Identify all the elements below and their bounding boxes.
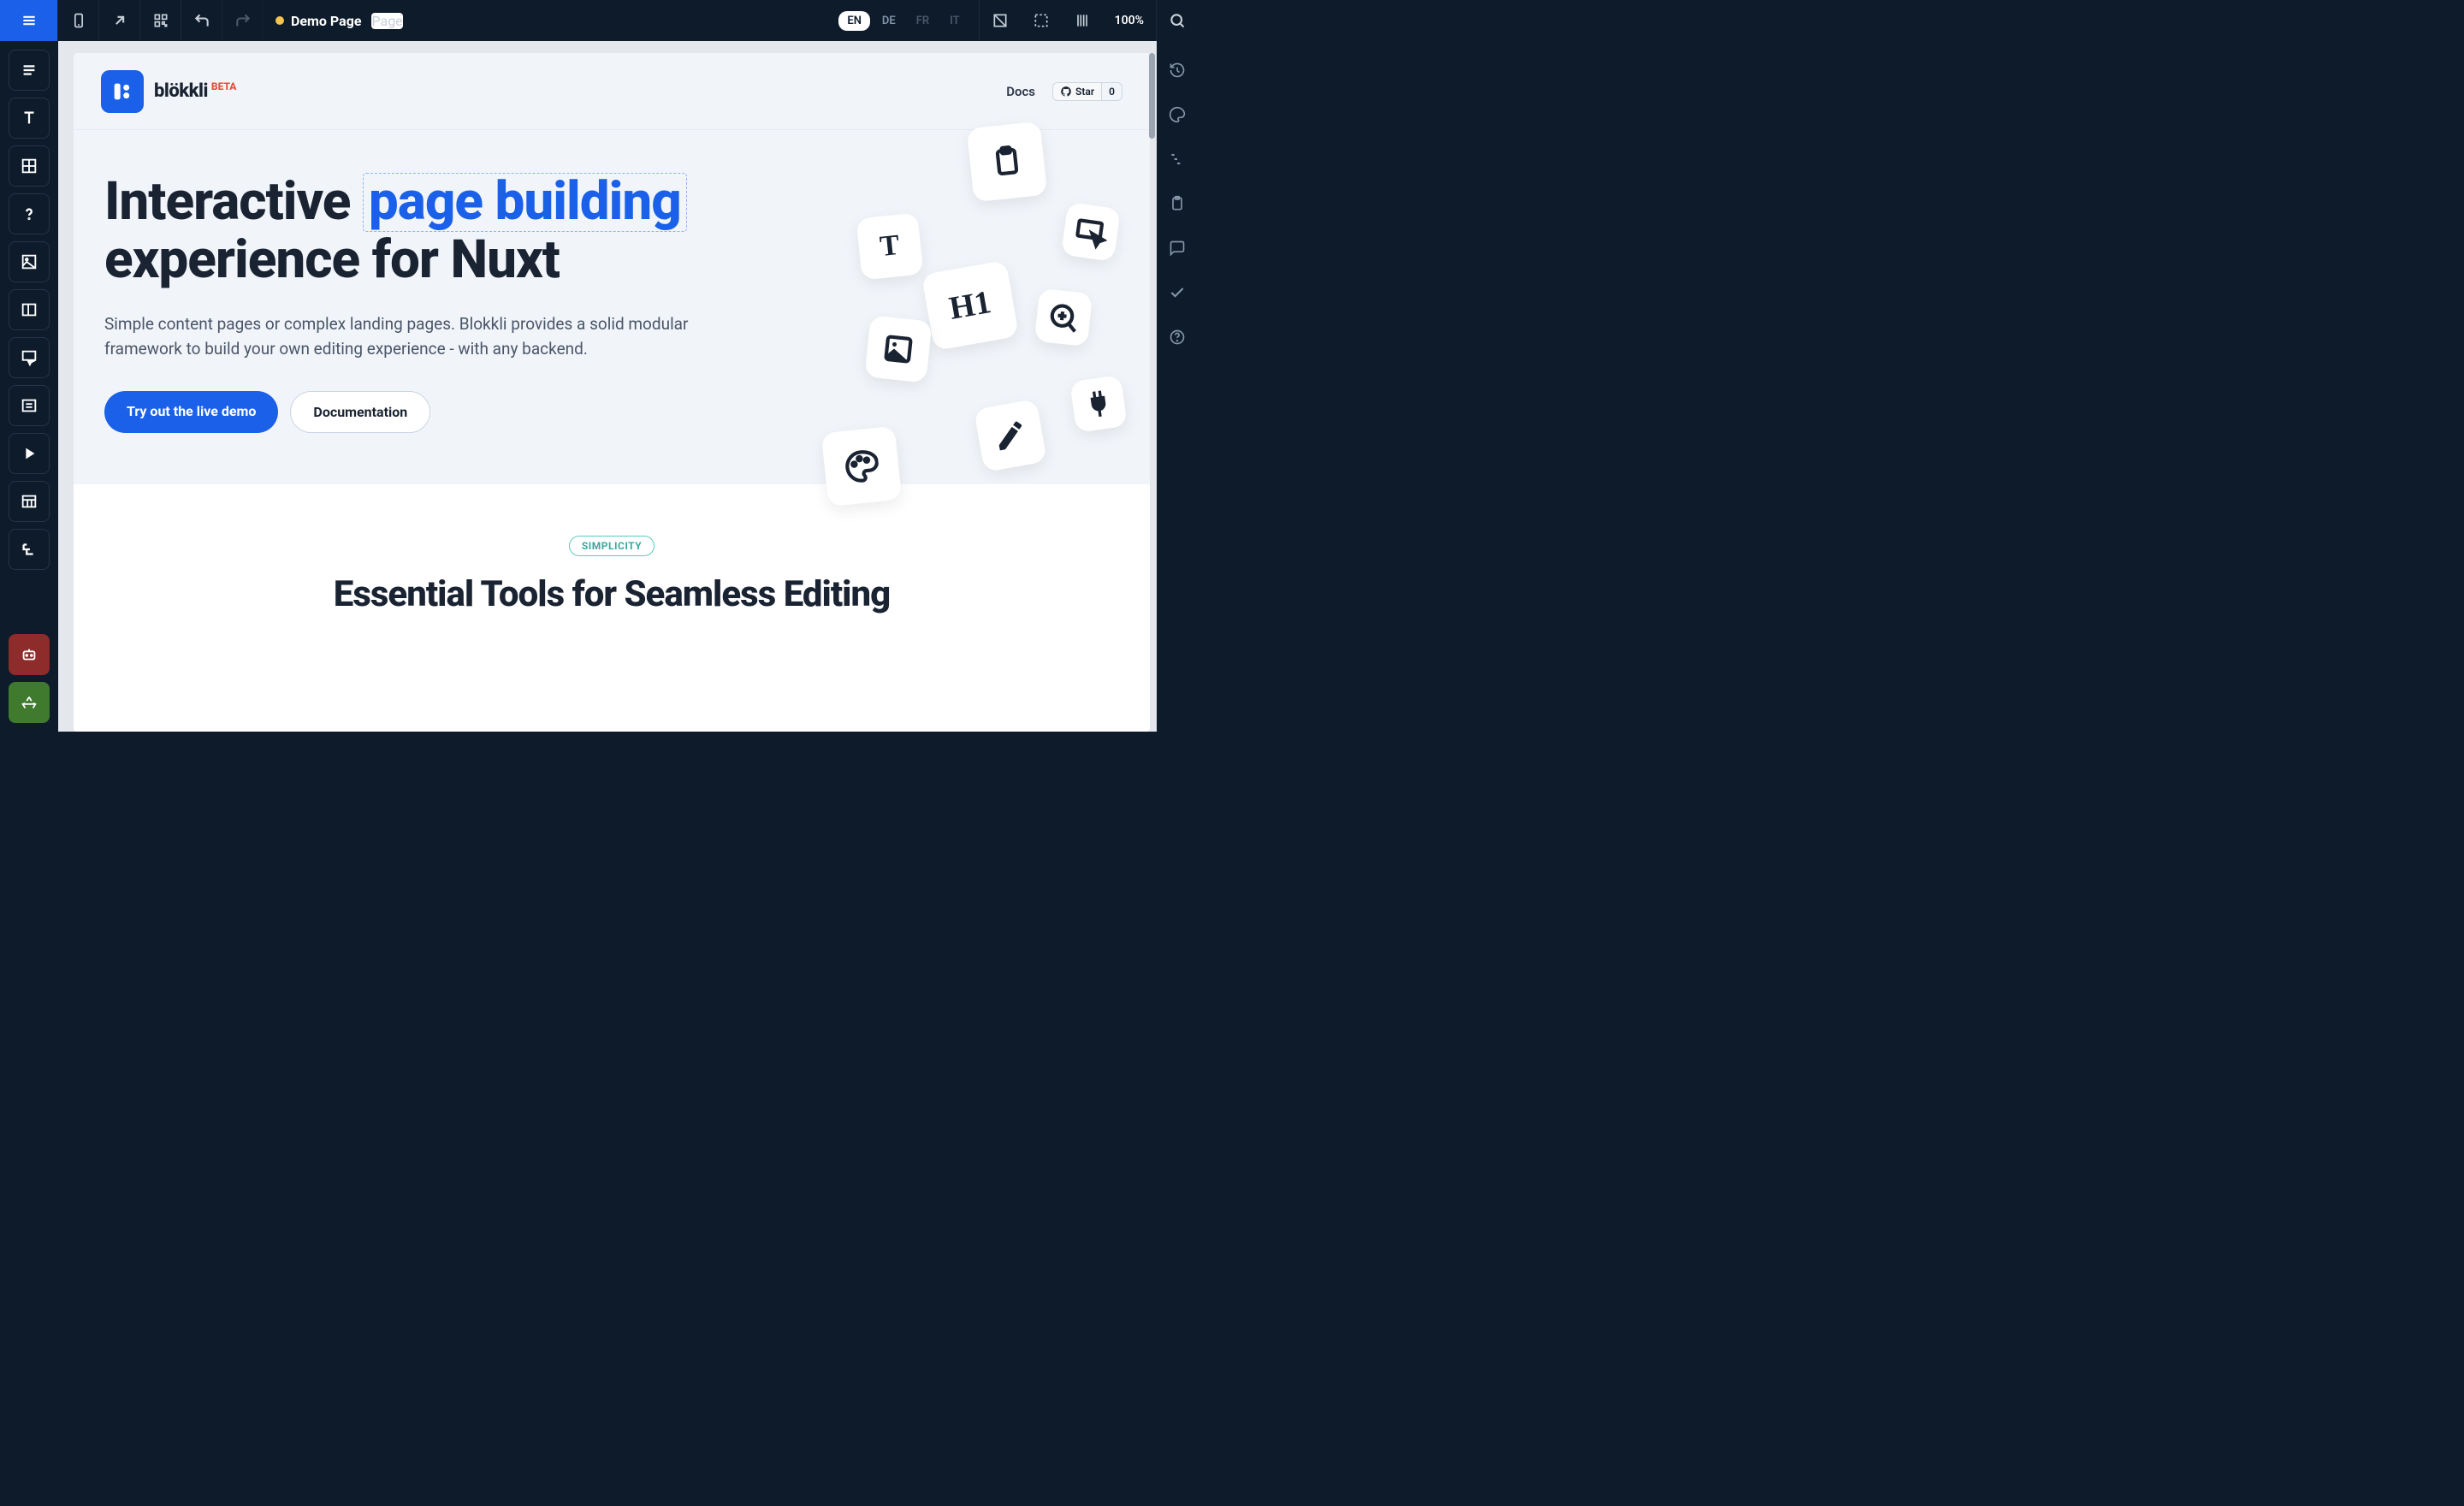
play-block[interactable] — [9, 433, 50, 474]
brand-name: blökkli — [154, 80, 208, 102]
site-header: blökkli BETA Docs Star 0 — [74, 53, 1150, 130]
history-button[interactable] — [1157, 50, 1198, 91]
bounds-toggle-button[interactable] — [1021, 0, 1062, 41]
zoom-icon — [1034, 288, 1093, 347]
left-toolbar — [0, 41, 58, 732]
pencil-icon — [974, 399, 1047, 472]
page-title: Demo Page Page — [264, 13, 415, 29]
lang-de[interactable]: DE — [874, 11, 904, 31]
image-block[interactable] — [9, 241, 50, 282]
menu-button[interactable] — [0, 0, 58, 41]
cta-demo-button[interactable]: Try out the live demo — [104, 391, 278, 433]
github-star-label: Star — [1075, 86, 1094, 98]
document-type: Page — [371, 13, 402, 29]
table-block[interactable] — [9, 481, 50, 522]
beta-badge: BETA — [211, 80, 237, 92]
redo-button[interactable] — [222, 0, 264, 41]
cta-docs-button[interactable]: Documentation — [290, 391, 430, 433]
plug-icon — [1069, 375, 1128, 433]
open-external-button[interactable] — [99, 0, 140, 41]
qr-code-button[interactable] — [140, 0, 181, 41]
mask-toggle-button[interactable] — [980, 0, 1021, 41]
github-star-count: 0 — [1101, 83, 1122, 100]
image-icon — [864, 315, 932, 382]
hero-title-highlight[interactable]: page building — [363, 173, 687, 232]
section-tag[interactable]: SIMPLICITY — [569, 536, 654, 556]
document-name: Demo Page — [291, 13, 361, 29]
mobile-preview-button[interactable] — [58, 0, 99, 41]
t-icon: T — [856, 212, 923, 280]
h1-icon: H1 — [921, 260, 1019, 351]
ai-assistant-button[interactable] — [9, 634, 50, 675]
palette-icon — [821, 426, 903, 507]
grid-toggle-button[interactable] — [1062, 0, 1103, 41]
recycle-button[interactable] — [9, 682, 50, 723]
theme-button[interactable] — [1157, 94, 1198, 135]
cursor-screen-icon — [1061, 202, 1121, 262]
right-toolbar — [1157, 41, 1198, 732]
hero-title[interactable]: Interactive page building experience for… — [104, 173, 737, 289]
tree-block[interactable] — [9, 529, 50, 570]
clipboard-button[interactable] — [1157, 183, 1198, 224]
validate-button[interactable] — [1157, 272, 1198, 313]
clipboard-icon — [967, 122, 1048, 203]
canvas[interactable]: blökkli BETA Docs Star 0 Interactive pag… — [58, 41, 1157, 732]
comment-button[interactable] — [1157, 228, 1198, 269]
section-heading[interactable]: Essential Tools for Seamless Editing — [104, 573, 1119, 615]
docs-link[interactable]: Docs — [1006, 84, 1035, 99]
hero-section: Interactive page building experience for… — [74, 130, 1150, 484]
lang-fr[interactable]: FR — [908, 11, 938, 31]
page-preview: blökkli BETA Docs Star 0 Interactive pag… — [74, 53, 1150, 732]
undo-button[interactable] — [181, 0, 222, 41]
columns-block[interactable] — [9, 289, 50, 330]
form-block[interactable] — [9, 385, 50, 426]
grid-block[interactable] — [9, 145, 50, 187]
status-indicator-icon — [275, 16, 284, 25]
lang-it[interactable]: IT — [941, 11, 968, 31]
lang-en[interactable]: EN — [838, 11, 870, 31]
structure-button[interactable] — [1157, 139, 1198, 180]
search-button[interactable] — [1157, 0, 1198, 41]
logo-icon — [101, 70, 144, 113]
hero-illustration: T H1 — [808, 130, 1150, 558]
text-block[interactable] — [9, 98, 50, 139]
cursor-block[interactable] — [9, 337, 50, 378]
github-star-widget[interactable]: Star 0 — [1052, 82, 1122, 101]
help-button[interactable] — [1157, 317, 1198, 358]
text-lines-block[interactable] — [9, 50, 50, 91]
zoom-level[interactable]: 100% — [1103, 0, 1157, 41]
help-block[interactable] — [9, 193, 50, 234]
github-icon — [1060, 86, 1072, 98]
hero-description[interactable]: Simple content pages or complex landing … — [104, 311, 737, 362]
language-switcher: EN DE FR IT — [828, 0, 979, 41]
